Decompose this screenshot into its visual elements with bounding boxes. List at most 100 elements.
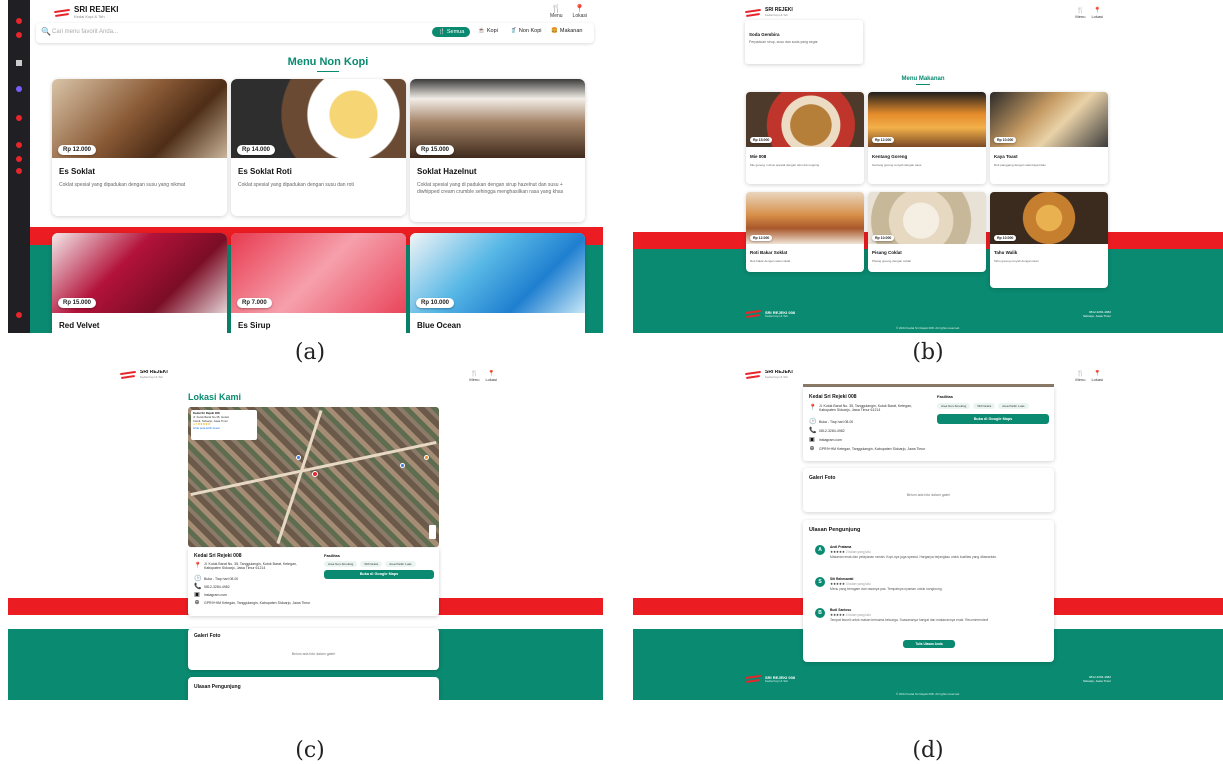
food-icon: 🍔 bbox=[551, 28, 558, 34]
sidebar-icon[interactable] bbox=[16, 86, 22, 92]
brand-logo[interactable]: SRI REJEKI Kedai Kopi & Teh bbox=[120, 370, 168, 379]
hours-row: 🕒 Buka - Tiap hari 08.00 bbox=[809, 419, 854, 425]
facilities-list: Area Non-Smoking Wifi Gratis Area Parkir L… bbox=[937, 403, 1032, 409]
instagram-row: ▣ instagram.com bbox=[809, 437, 842, 443]
footer-contact: 0812-3284-4982 Sidoarjo, Jawa Timur bbox=[1082, 310, 1111, 319]
gallery-card: Galeri Foto Belum ada foto dalam galeri bbox=[188, 628, 439, 670]
price-badge: Rp 15.000 bbox=[58, 298, 97, 308]
logo-mark-icon bbox=[120, 371, 136, 379]
caption-a: (a) bbox=[294, 340, 326, 365]
plus-code-row: ⊕ GPR9+HM Ketegan, Tanggulangin, Kabupate… bbox=[809, 446, 926, 452]
instagram-row: ▣ instagram.com bbox=[194, 592, 227, 598]
item-description: Coklat spesial yang dipadukan dengan sus… bbox=[59, 182, 186, 188]
nav-menu[interactable]: 🍴 Menu bbox=[550, 4, 563, 19]
menu-card[interactable]: Rp 14.000 Es Soklat Roti Coklat spesial … bbox=[231, 79, 406, 216]
map-marker-icon[interactable] bbox=[296, 455, 301, 460]
logo-mark-icon bbox=[745, 9, 761, 17]
item-description: Perpaduan sirup, susu dan soda yang sega… bbox=[749, 40, 818, 44]
nav-menu[interactable]: 🍴 Menu bbox=[1075, 8, 1085, 19]
sidebar-icon[interactable] bbox=[16, 115, 22, 121]
menu-card[interactable]: Rp 10.000 Blue Ocean bbox=[410, 233, 585, 333]
sidebar-icon[interactable] bbox=[16, 18, 22, 24]
menu-card[interactable]: Rp 12.000 Roti Bakar Soklat Roti bakar d… bbox=[746, 192, 864, 272]
brand-logo[interactable]: SRI REJEKI Kedai Kopi & Teh bbox=[745, 8, 793, 17]
menu-card[interactable]: Rp 10.000 Pisang Coklat Pisang goreng de… bbox=[868, 192, 986, 272]
zoom-controls[interactable] bbox=[429, 525, 436, 539]
site-header: SRI REJEKI Kedai Kopi & Teh 🍴 Menu 📍 Lokas… bbox=[633, 370, 1223, 384]
item-name: Es Sirup bbox=[238, 321, 271, 330]
logo-mark-icon bbox=[54, 9, 70, 17]
menu-card[interactable]: Rp 10.000 Tahu Walik Tahu goreng renyah … bbox=[990, 192, 1108, 288]
sidebar-icon[interactable] bbox=[16, 32, 22, 38]
open-google-maps-button[interactable]: Buka di Google Maps bbox=[324, 570, 434, 579]
sidebar-icon[interactable] bbox=[16, 168, 22, 174]
filter-kopi[interactable]: ☕ Kopi bbox=[478, 28, 498, 34]
gallery-title: Galeri Foto bbox=[809, 475, 836, 481]
map-marker-icon[interactable] bbox=[400, 463, 405, 468]
brand-name: SRI REJEKI bbox=[74, 5, 119, 14]
avatar: B bbox=[815, 608, 825, 618]
price-badge: Rp 12.000 bbox=[58, 145, 97, 155]
facilities-title: Fasilitas bbox=[937, 394, 954, 399]
item-description: Coklat spesial yang di padukan dengan si… bbox=[417, 182, 564, 195]
price-badge: Rp 14.000 bbox=[237, 145, 276, 155]
write-review-button[interactable]: Tulis Ulasan Anda bbox=[903, 640, 955, 648]
menu-card[interactable]: Rp 15.000 Mie 008 Mie goreng / rebus spe… bbox=[746, 92, 864, 184]
menu-card[interactable]: Rp 7.000 Es Sirup bbox=[231, 233, 406, 333]
price-badge: Rp 12.000 bbox=[750, 235, 773, 241]
map-embed[interactable]: Kedai Sri Rejeki 008 Jl. Kutuk Barat No.… bbox=[188, 407, 439, 547]
open-google-maps-button[interactable]: Buka di Google Maps bbox=[937, 414, 1049, 424]
item-name: Es Soklat Roti bbox=[238, 167, 292, 176]
item-description: Roti bakar dengan selai coklat bbox=[750, 259, 791, 263]
nav-location[interactable]: 📍 Lokasi bbox=[1091, 371, 1103, 382]
item-name: Roti Bakar Soklat bbox=[750, 250, 788, 255]
menu-card[interactable]: Rp 15.000 Red Velvet bbox=[52, 233, 227, 333]
star-rating: ★★★★★ bbox=[830, 582, 845, 586]
gallery-title: Galeri Foto bbox=[194, 633, 221, 639]
nav-location[interactable]: 📍 Lokasi bbox=[1091, 8, 1103, 19]
menu-card[interactable]: Soda Gembira Perpaduan sirup, susu dan s… bbox=[745, 20, 863, 64]
menu-card[interactable]: Rp 12.000 Kentang Goreng Kentang goreng … bbox=[868, 92, 986, 184]
map-info-popup[interactable]: Kedai Sri Rejeki 008 Jl. Kutuk Barat No.… bbox=[191, 410, 257, 440]
price-badge: Rp 10.000 bbox=[994, 137, 1017, 143]
item-description: Roti panggang dengan selai kaya khas bbox=[994, 163, 1046, 167]
sidebar-icon[interactable] bbox=[16, 60, 22, 66]
hours-row: 🕒 Buka - Tiap hari 08.00 bbox=[194, 576, 239, 582]
nav-menu[interactable]: 🍴 Menu bbox=[469, 371, 479, 382]
coffee-icon: ☕ bbox=[478, 28, 485, 34]
menu-card[interactable]: Rp 12.000 Es Soklat Coklat spesial yang … bbox=[52, 79, 227, 216]
reviews-title: Ulasan Pengunjung bbox=[809, 527, 861, 533]
filter-non-kopi[interactable]: 🥤 Non Kopi bbox=[510, 28, 542, 34]
menu-card[interactable]: Rp 15.000 Soklat Hazelnut Coklat spesial… bbox=[410, 79, 585, 222]
map-marker-icon[interactable] bbox=[424, 455, 429, 460]
brand-logo[interactable]: SRI REJEKI Kedai Kopi & Teh bbox=[745, 370, 793, 379]
item-name: Mie 008 bbox=[750, 154, 767, 159]
location-info-card: Kedai Sri Rejeki 008 📍 Jl. Kutuk Barat No… bbox=[803, 387, 1054, 461]
price-badge: Rp 15.000 bbox=[416, 145, 455, 155]
location-title: Kedai Sri Rejeki 008 bbox=[194, 553, 242, 559]
menu-card[interactable]: Rp 10.000 Kaya Toast Roti panggang denga… bbox=[990, 92, 1108, 184]
filter-semua[interactable]: 🍴 Semua bbox=[432, 27, 471, 37]
location-pin-icon[interactable] bbox=[312, 471, 318, 477]
phone-row: 📞 0812-3284-4982 bbox=[194, 584, 230, 590]
nav-location[interactable]: 📍 Lokasi bbox=[573, 4, 587, 19]
brand-logo[interactable]: SRI REJEKI Kedai Kopi & Teh bbox=[54, 6, 118, 19]
band-gap bbox=[8, 615, 603, 629]
phone-icon: 📞 bbox=[809, 428, 817, 434]
sidebar-icon[interactable] bbox=[16, 312, 22, 318]
nav-menu[interactable]: 🍴 Menu bbox=[1075, 371, 1085, 382]
nav-location[interactable]: 📍 Lokasi bbox=[485, 371, 497, 382]
item-name: Kaya Toast bbox=[994, 154, 1018, 159]
address-row: 📍 Jl. Kutuk Barat No. 35, Tanggulangin, K… bbox=[194, 562, 297, 570]
filter-makanan[interactable]: 🍔 Makanan bbox=[551, 28, 583, 34]
review-text: Makanan enak dan pelayanan ramah. Kopi-n… bbox=[830, 555, 997, 559]
cup-icon: 🥤 bbox=[510, 28, 517, 34]
sidebar-icon[interactable] bbox=[16, 156, 22, 162]
search-input[interactable]: Cari menu favorit Anda... bbox=[52, 29, 118, 35]
sidebar-icon[interactable] bbox=[16, 142, 22, 148]
footer-brand: SRI REJEKI 008 Kedai Kopi & Teh bbox=[745, 675, 795, 683]
section-title: Menu Makanan bbox=[853, 76, 993, 85]
footer-copyright: © 2024 Kedai Sri Rejeki 008. All rights … bbox=[895, 326, 961, 330]
phone-row: 📞 0812-3284-4982 bbox=[809, 428, 845, 434]
gallery-card: Galeri Foto Belum ada foto dalam galeri bbox=[803, 468, 1054, 512]
